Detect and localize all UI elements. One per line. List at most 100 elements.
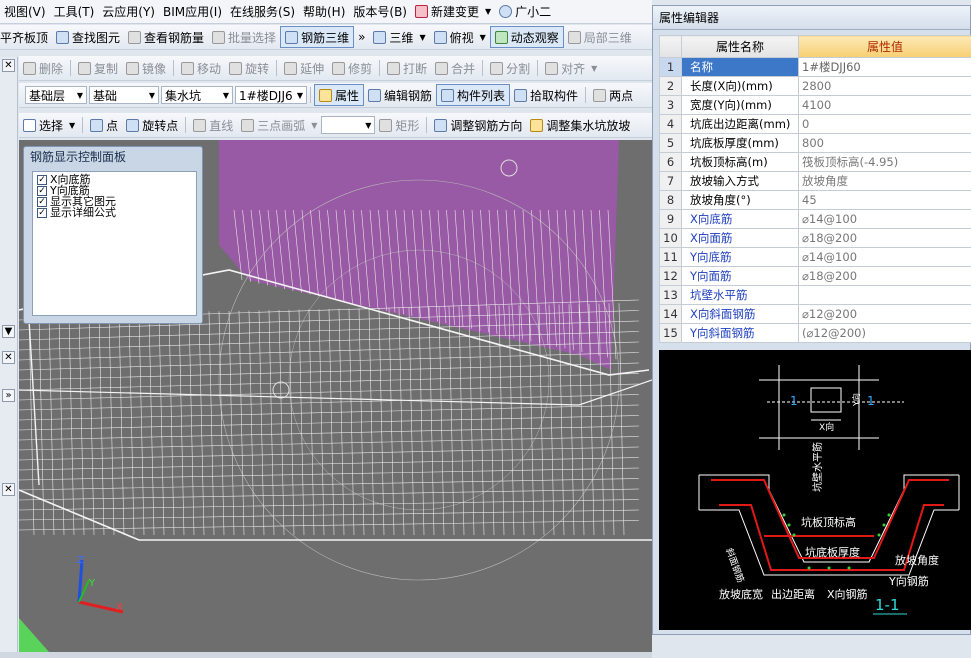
status-bar xyxy=(0,652,652,658)
property-row[interactable]: 7 放坡输入方式 放坡角度 xyxy=(659,171,971,191)
property-value[interactable]: 1#楼DJJ60 xyxy=(798,57,971,77)
property-row[interactable]: 14 X向斜面钢筋 ⌀12@200 xyxy=(659,304,971,324)
property-value[interactable]: 800 xyxy=(798,133,971,153)
rotate-button[interactable]: 旋转 xyxy=(225,57,273,79)
checkbox[interactable]: ✓ xyxy=(37,196,47,207)
move-button[interactable]: 移动 xyxy=(177,57,225,79)
break-button[interactable]: 打断 xyxy=(383,57,431,79)
category-select[interactable]: 基础 ▼ xyxy=(89,86,159,104)
merge-button[interactable]: 合并 xyxy=(431,57,479,79)
pick-component-button[interactable]: 拾取构件 xyxy=(510,84,582,106)
top-view-button[interactable]: 俯视 ▼ xyxy=(430,26,490,48)
property-row[interactable]: 12 Y向面筋 ⌀18@200 xyxy=(659,266,971,286)
section-sketch: 1 1 X向 Y向 坑壁水平筋 坑板顶标高 坑底板厚度 放坡角度 Y向钢筋 放坡… xyxy=(659,350,971,630)
property-row[interactable]: 5 坑底板厚度(mm) 800 xyxy=(659,133,971,153)
point-button[interactable]: 点 xyxy=(86,114,122,136)
close-icon[interactable]: ▼ xyxy=(2,325,15,338)
close-icon[interactable]: ✕ xyxy=(2,59,15,72)
property-value[interactable]: ⌀14@100 xyxy=(798,247,971,267)
align-slab-top-label: 平齐板顶 xyxy=(0,30,49,45)
property-value[interactable]: ⌀18@200 xyxy=(798,228,971,248)
find-element-button[interactable]: 查找图元 xyxy=(52,26,124,48)
view-3d-button[interactable]: 三维 ▼ xyxy=(369,26,429,48)
menu-new-change[interactable]: 新建变更 ▼ xyxy=(411,1,495,23)
type-select[interactable]: 集水坑 ▼ xyxy=(161,86,233,104)
menu-tools[interactable]: 工具(T) xyxy=(50,1,99,23)
property-value[interactable] xyxy=(798,285,971,305)
property-row[interactable]: 1 名称 1#楼DJJ60 xyxy=(659,57,971,77)
edit-rebar-button[interactable]: 编辑钢筋 xyxy=(364,84,436,106)
property-value[interactable]: 2800 xyxy=(798,76,971,96)
menu-version[interactable]: 版本号(B) xyxy=(349,1,411,23)
copy-button[interactable]: 复制 xyxy=(74,57,122,79)
property-value[interactable]: 筏板顶标高(-4.95) xyxy=(798,152,971,172)
checkbox[interactable]: ✓ xyxy=(37,185,47,196)
align-slab-top-button[interactable]: 平齐板顶 xyxy=(0,26,52,48)
rotate-icon xyxy=(229,61,243,75)
property-row[interactable]: 8 放坡角度(°) 45 xyxy=(659,190,971,210)
property-row[interactable]: 11 Y向底筋 ⌀14@100 xyxy=(659,247,971,267)
y-dir-label: Y向 xyxy=(851,393,861,407)
extend-button[interactable]: 延伸 xyxy=(280,57,328,79)
property-row[interactable]: 4 坑底出边距离(mm) 0 xyxy=(659,114,971,134)
property-value[interactable]: 45 xyxy=(798,190,971,210)
component-select[interactable]: 1#楼DJJ6 ▼ xyxy=(235,86,307,104)
rotate-point-label: 旋转点 xyxy=(142,118,179,133)
arc-button[interactable]: 三点画弧 ▼ xyxy=(237,114,321,136)
property-value[interactable]: ⌀14@100 xyxy=(798,209,971,229)
local-3d-button[interactable]: 局部三维 xyxy=(564,26,636,48)
rotate-point-button[interactable]: 旋转点 xyxy=(122,114,182,136)
property-value[interactable]: 4100 xyxy=(798,95,971,115)
menu-view[interactable]: 视图(V) xyxy=(0,1,50,23)
arc-option-select[interactable]: ▼ xyxy=(321,116,376,134)
property-value[interactable]: ⌀18@200 xyxy=(798,266,971,286)
rebar-3d-button[interactable]: 钢筋三维 xyxy=(280,26,355,48)
properties-button[interactable]: 属性 xyxy=(314,84,365,106)
property-row[interactable]: 15 Y向斜面钢筋 (⌀12@200) xyxy=(659,323,971,343)
property-row[interactable]: 10 X向面筋 ⌀18@200 xyxy=(659,228,971,248)
menu-online[interactable]: 在线服务(S) xyxy=(226,1,299,23)
menu-bim[interactable]: BIM应用(I) xyxy=(159,1,226,23)
expand-icon[interactable]: » xyxy=(2,389,15,402)
overflow-chevron-icon[interactable]: » xyxy=(354,26,369,48)
property-row[interactable]: 3 宽度(Y向)(mm) 4100 xyxy=(659,95,971,115)
property-value[interactable]: 放坡角度 xyxy=(798,171,971,191)
trim-button[interactable]: 修剪 xyxy=(328,57,376,79)
cursor-icon xyxy=(23,118,36,132)
property-value[interactable]: ⌀12@200 xyxy=(798,304,971,324)
property-row[interactable]: 9 X向底筋 ⌀14@100 xyxy=(659,209,971,229)
property-row[interactable]: 13 坑壁水平筋 xyxy=(659,285,971,305)
delete-button[interactable]: 删除 xyxy=(19,57,67,79)
rectangle-button[interactable]: 矩形 xyxy=(375,114,423,136)
pick-component-label: 拾取构件 xyxy=(530,88,579,103)
close-icon[interactable]: ✕ xyxy=(2,483,15,496)
component-list-button[interactable]: 构件列表 xyxy=(436,84,511,106)
adjust-rebar-dir-button[interactable]: 调整钢筋方向 xyxy=(430,114,526,136)
mirror-button[interactable]: 镜像 xyxy=(122,57,170,79)
option-show-formula[interactable]: ✓ 显示详细公式 xyxy=(37,207,192,218)
close-icon[interactable]: ✕ xyxy=(2,351,15,364)
axis-z-label: Z xyxy=(77,555,84,566)
split-button[interactable]: 分割 xyxy=(486,57,534,79)
menu-cloud[interactable]: 云应用(Y) xyxy=(98,1,159,23)
property-row[interactable]: 6 坑板顶标高(m) 筏板顶标高(-4.95) xyxy=(659,152,971,172)
property-row[interactable]: 2 长度(X向)(mm) 2800 xyxy=(659,76,971,96)
dynamic-orbit-button[interactable]: 动态观察 xyxy=(489,26,564,48)
menu-help[interactable]: 帮助(H) xyxy=(299,1,349,23)
checkbox[interactable]: ✓ xyxy=(37,207,47,218)
adjust-pit-slope-button[interactable]: 调整集水坑放坡 xyxy=(526,114,634,136)
align-button[interactable]: 对齐 ▼ xyxy=(541,57,601,79)
line-button[interactable]: 直线 xyxy=(189,114,237,136)
two-points-button[interactable]: 两点 xyxy=(589,84,637,106)
checkbox[interactable]: ✓ xyxy=(37,174,47,185)
view-rebar-qty-button[interactable]: 查看钢筋量 xyxy=(124,26,208,48)
select-button[interactable]: 选择 ▼ xyxy=(19,114,79,136)
batch-select-button[interactable]: 批量选择 xyxy=(208,26,280,48)
property-value[interactable]: 0 xyxy=(798,114,971,134)
property-value[interactable]: (⌀12@200) xyxy=(798,323,971,343)
delete-icon xyxy=(23,61,36,75)
component-value: 1#楼DJJ6 xyxy=(239,88,293,103)
floor-select[interactable]: 基础层 ▼ xyxy=(25,86,87,104)
menu-assistant[interactable]: 广小二 xyxy=(495,1,555,23)
view-3d-label: 三维 xyxy=(389,30,414,45)
